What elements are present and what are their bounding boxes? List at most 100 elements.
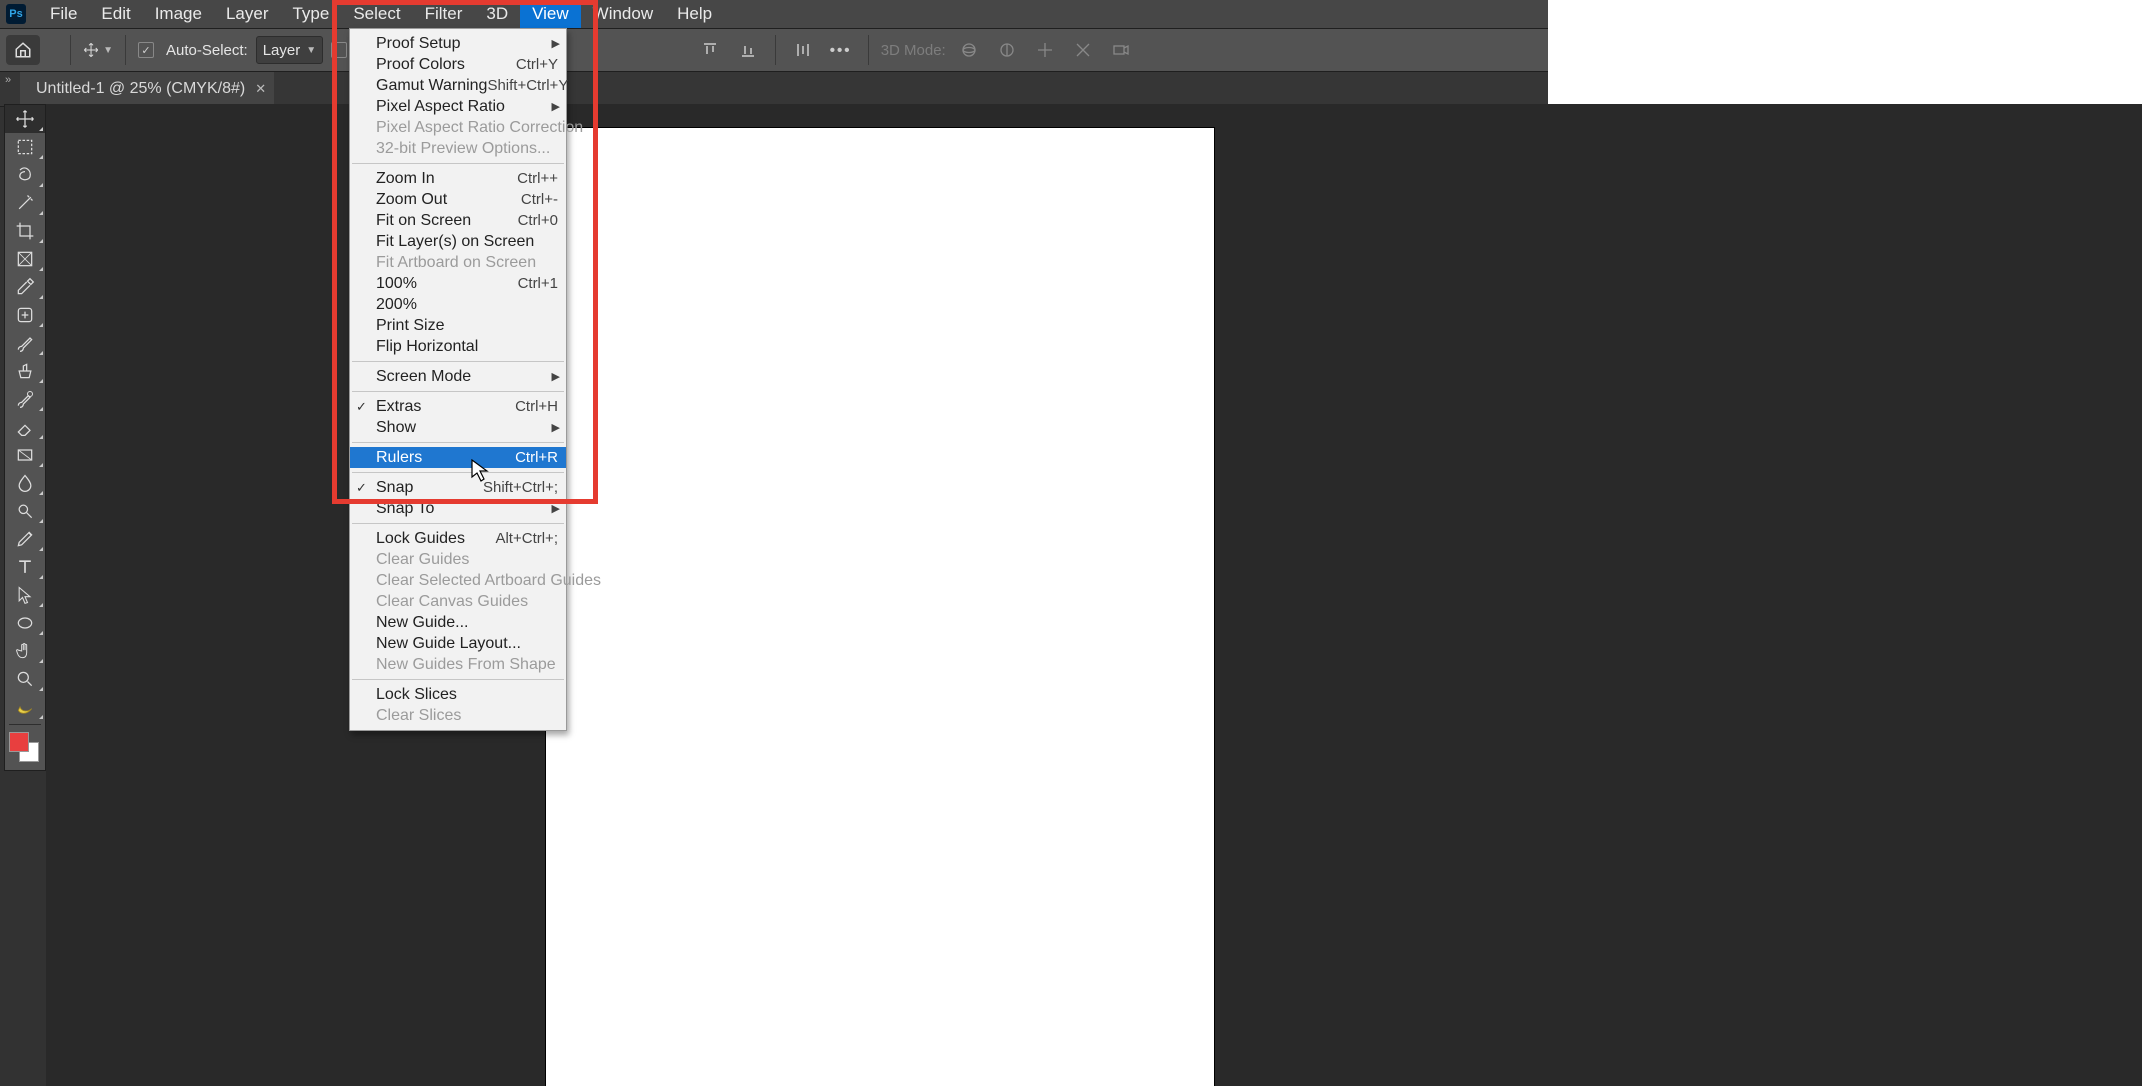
menuitem-label: Lock Guides xyxy=(376,530,495,548)
more-options-button[interactable]: ••• xyxy=(826,35,856,65)
menuitem-label: New Guide Layout... xyxy=(376,635,558,653)
tool-history-brush[interactable] xyxy=(5,385,45,413)
menuitem-extras[interactable]: ✓ExtrasCtrl+H xyxy=(350,396,566,417)
distribute-icon[interactable] xyxy=(788,35,818,65)
tool-magic-wand[interactable] xyxy=(5,189,45,217)
path-select-icon xyxy=(15,585,35,605)
align-top-icon[interactable] xyxy=(695,35,725,65)
auto-select-target-dropdown[interactable]: Layer ▼ xyxy=(256,36,323,64)
menu-type[interactable]: Type xyxy=(280,0,341,28)
tool-move[interactable] xyxy=(5,105,45,133)
3d-slide-icon[interactable] xyxy=(1068,35,1098,65)
menuitem-fit-layer-s-on-screen[interactable]: Fit Layer(s) on Screen xyxy=(350,231,566,252)
color-swatches[interactable] xyxy=(5,728,45,764)
document-tab[interactable]: Untitled-1 @ 25% (CMYK/8#) ✕ xyxy=(20,72,274,106)
tool-hand[interactable] xyxy=(5,637,45,665)
tool-gradient[interactable] xyxy=(5,441,45,469)
menuitem-pixel-aspect-ratio[interactable]: Pixel Aspect Ratio▶ xyxy=(350,96,566,117)
menuitem-new-guide-layout[interactable]: New Guide Layout... xyxy=(350,633,566,654)
menuitem-100[interactable]: 100%Ctrl+1 xyxy=(350,273,566,294)
align-bottom-icon[interactable] xyxy=(733,35,763,65)
auto-select-label: Auto-Select: xyxy=(166,42,248,59)
tool-lasso[interactable] xyxy=(5,161,45,189)
home-button[interactable] xyxy=(6,35,40,65)
menu-3d[interactable]: 3D xyxy=(474,0,520,28)
menu-layer[interactable]: Layer xyxy=(214,0,281,28)
tool-frame[interactable] xyxy=(5,245,45,273)
menuitem-clear-canvas-guides: Clear Canvas Guides xyxy=(350,591,566,612)
separator xyxy=(775,35,776,65)
menuitem-proof-setup[interactable]: Proof Setup▶ xyxy=(350,33,566,54)
menuitem-snap[interactable]: ✓SnapShift+Ctrl+; xyxy=(350,477,566,498)
menu-file[interactable]: File xyxy=(38,0,89,28)
crop-icon xyxy=(15,221,35,241)
tool-clone[interactable] xyxy=(5,357,45,385)
menuitem-32-bit-preview-options: 32-bit Preview Options... xyxy=(350,138,566,159)
menuitem-rulers[interactable]: RulersCtrl+R xyxy=(350,447,566,468)
menuitem-label: Zoom In xyxy=(376,170,517,188)
tool-marquee[interactable] xyxy=(5,133,45,161)
tool-path-select[interactable] xyxy=(5,581,45,609)
3d-pan-icon[interactable] xyxy=(1030,35,1060,65)
foreground-swatch[interactable] xyxy=(9,732,29,752)
move-tool-icon[interactable]: ▼ xyxy=(83,35,113,65)
menu-help[interactable]: Help xyxy=(665,0,724,28)
menuitem-gamut-warning[interactable]: Gamut WarningShift+Ctrl+Y xyxy=(350,75,566,96)
show-transform-checkbox[interactable] xyxy=(331,42,347,58)
3d-camera-icon[interactable] xyxy=(1106,35,1136,65)
dodge-icon xyxy=(15,501,35,521)
menuitem-print-size[interactable]: Print Size xyxy=(350,315,566,336)
close-tab-icon[interactable]: ✕ xyxy=(255,81,266,97)
menuitem-lock-guides[interactable]: Lock GuidesAlt+Ctrl+; xyxy=(350,528,566,549)
tool-crop[interactable] xyxy=(5,217,45,245)
menu-image[interactable]: Image xyxy=(143,0,214,28)
submenu-arrow-icon: ▶ xyxy=(552,421,560,434)
menuitem-flip-horizontal[interactable]: Flip Horizontal xyxy=(350,336,566,357)
document-canvas[interactable] xyxy=(546,128,1214,1086)
tool-pen[interactable] xyxy=(5,525,45,553)
menu-view[interactable]: View xyxy=(520,0,581,28)
menu-window[interactable]: Window xyxy=(581,0,665,28)
auto-select-checkbox[interactable] xyxy=(138,42,154,58)
brush-icon xyxy=(15,333,35,353)
menuitem-fit-on-screen[interactable]: Fit on ScreenCtrl+0 xyxy=(350,210,566,231)
menuitem-shortcut: Ctrl+- xyxy=(521,191,558,208)
menu-select[interactable]: Select xyxy=(341,0,412,28)
menu-filter[interactable]: Filter xyxy=(413,0,475,28)
menuitem-snap-to[interactable]: Snap To▶ xyxy=(350,498,566,519)
tool-eraser[interactable] xyxy=(5,413,45,441)
tool-banana[interactable] xyxy=(5,693,45,721)
separator xyxy=(868,35,869,65)
tool-shape[interactable] xyxy=(5,609,45,637)
3d-roll-icon[interactable] xyxy=(992,35,1022,65)
menuitem-new-guide[interactable]: New Guide... xyxy=(350,612,566,633)
menu-separator xyxy=(352,391,564,392)
menuitem-label: Screen Mode xyxy=(376,368,558,386)
tool-type[interactable] xyxy=(5,553,45,581)
tool-dodge[interactable] xyxy=(5,497,45,525)
eraser-icon xyxy=(15,417,35,437)
menuitem-label: Fit on Screen xyxy=(376,212,518,230)
zoom-icon xyxy=(15,669,35,689)
menuitem-zoom-out[interactable]: Zoom OutCtrl+- xyxy=(350,189,566,210)
3d-orbit-icon[interactable] xyxy=(954,35,984,65)
menuitem-label: Pixel Aspect Ratio Correction xyxy=(376,119,583,137)
menuitem-proof-colors[interactable]: Proof ColorsCtrl+Y xyxy=(350,54,566,75)
tool-eyedropper[interactable] xyxy=(5,273,45,301)
tab-expander-icon[interactable]: » xyxy=(2,70,14,108)
menuitem-lock-slices[interactable]: Lock Slices xyxy=(350,684,566,705)
menu-edit[interactable]: Edit xyxy=(89,0,142,28)
menuitem-zoom-in[interactable]: Zoom InCtrl++ xyxy=(350,168,566,189)
menuitem-label: Rulers xyxy=(376,449,515,467)
tool-brush[interactable] xyxy=(5,329,45,357)
lasso-icon xyxy=(15,165,35,185)
menuitem-show[interactable]: Show▶ xyxy=(350,417,566,438)
menu-separator xyxy=(352,679,564,680)
tool-zoom[interactable] xyxy=(5,665,45,693)
tool-healing[interactable] xyxy=(5,301,45,329)
menuitem-screen-mode[interactable]: Screen Mode▶ xyxy=(350,366,566,387)
menuitem-shortcut: Ctrl+R xyxy=(515,449,558,466)
menuitem-200[interactable]: 200% xyxy=(350,294,566,315)
menuitem-label: Print Size xyxy=(376,317,558,335)
tool-blur[interactable] xyxy=(5,469,45,497)
